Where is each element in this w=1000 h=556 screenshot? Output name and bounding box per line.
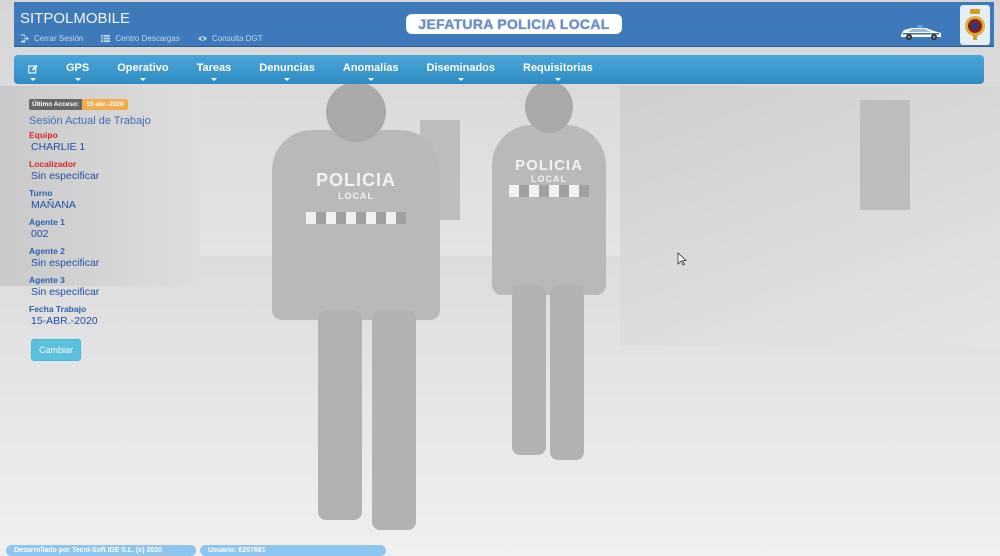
nav-tareas[interactable]: Tareas xyxy=(183,55,246,84)
session-panel: Último Acceso: 15-abr.-2020 Sesión Actua… xyxy=(29,99,189,361)
developer-credit: Desarrollado por Tecni-Soft IDE S.L. (c)… xyxy=(6,545,196,556)
user-badge: Usuario: 6207681 xyxy=(200,545,386,556)
shift-label: Turno xyxy=(29,188,53,198)
work-date-value: 15-ABR.-2020 xyxy=(31,315,98,327)
dgt-query-link[interactable]: Consulta DGT xyxy=(197,34,263,43)
nav-gps[interactable]: GPS xyxy=(52,55,103,84)
nav-edit[interactable] xyxy=(14,55,52,84)
logout-icon xyxy=(20,34,29,43)
agent2-value: Sin especificar xyxy=(31,257,100,269)
agent3-label: Agente 3 xyxy=(29,275,65,285)
eye-icon xyxy=(197,36,207,41)
downloads-link[interactable]: Centro Descargas xyxy=(101,34,180,43)
last-access-label: Último Acceso: xyxy=(29,99,83,110)
list-icon xyxy=(101,34,111,43)
logout-link[interactable]: Cerrar Sesión xyxy=(20,34,83,43)
nav-operativo[interactable]: Operativo xyxy=(103,55,182,84)
work-date-label: Fecha Trabajo xyxy=(29,304,87,314)
mouse-cursor-icon xyxy=(677,252,687,266)
nav-anomalias[interactable]: Anomalías xyxy=(329,55,413,84)
agent1-label: Agente 1 xyxy=(29,217,65,227)
page-title: JEFATURA POLICIA LOCAL xyxy=(406,14,622,34)
change-button[interactable]: Cambiar xyxy=(31,339,81,361)
locator-label: Localizador xyxy=(29,159,77,169)
locator-value: Sin especificar xyxy=(31,170,100,182)
main-navbar: GPS Operativo Tareas Denuncias Anomalías… xyxy=(14,55,984,84)
agent3-value: Sin especificar xyxy=(31,286,100,298)
agent2-label: Agente 2 xyxy=(29,246,65,256)
edit-icon xyxy=(28,64,38,74)
officer-figure-left: POLICIA LOCAL xyxy=(272,82,440,320)
nav-diseminados[interactable]: Diseminados xyxy=(413,55,509,84)
team-value: CHARLIE 1 xyxy=(31,141,86,153)
app-header: SITPOLMOBILE Cerrar Sesión Centro Descar… xyxy=(14,2,994,47)
agent1-value: 002 xyxy=(31,228,49,240)
police-badge-icon xyxy=(965,9,985,40)
officer-figure-right: POLICIA LOCAL xyxy=(492,81,606,295)
app-brand: SITPOLMOBILE xyxy=(20,10,131,27)
crest-logo xyxy=(960,5,990,45)
nav-denuncias[interactable]: Denuncias xyxy=(245,55,329,84)
last-access-badge: Último Acceso: 15-abr.-2020 xyxy=(29,99,189,110)
police-car-icon xyxy=(901,25,941,40)
shift-value: MAÑANA xyxy=(31,199,76,211)
nav-requisitorias[interactable]: Requisitorias xyxy=(509,55,607,84)
last-access-value: 15-abr.-2020 xyxy=(82,99,128,110)
team-label: Equipo xyxy=(29,130,58,140)
header-links: Cerrar Sesión Centro Descargas Consulta … xyxy=(20,34,263,43)
footer: Desarrollado por Tecni-Soft IDE S.L. (c)… xyxy=(6,545,386,556)
session-title: Sesión Actual de Trabajo xyxy=(29,115,151,127)
